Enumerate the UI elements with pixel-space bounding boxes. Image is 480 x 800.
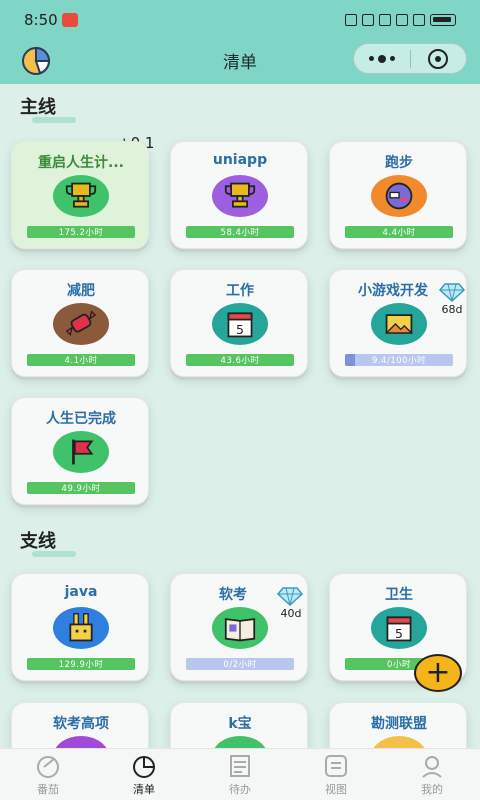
plus-icon: + — [425, 655, 451, 690]
task-card[interactable]: 人生已完成 49.9小时 — [11, 397, 149, 505]
more-button[interactable] — [354, 54, 410, 63]
diamond-icon — [277, 587, 303, 606]
diamond-icon — [439, 283, 465, 302]
progress-bar: 0/2小时 — [186, 658, 294, 670]
tab-list[interactable]: 清单 — [96, 749, 192, 800]
calendar-icon: 5 — [212, 303, 268, 345]
status-time: 8:50 — [24, 11, 58, 29]
tab-todo[interactable]: 待办 — [192, 749, 288, 800]
miniprogram-capsule — [353, 43, 467, 74]
section-title-side: 支线 — [20, 527, 76, 557]
picture-icon — [371, 303, 427, 345]
signal2-icon — [413, 14, 425, 26]
user-icon — [422, 755, 442, 778]
section-title-main: 主线 — [20, 93, 76, 123]
progress-bar: 4.1小时 — [27, 354, 135, 366]
status-bar: 8:50 — [0, 0, 480, 40]
progress-bar: 9.4/100小时 — [345, 354, 453, 366]
flag-icon — [53, 431, 109, 473]
candy-icon — [53, 303, 109, 345]
task-card[interactable]: 重启人生计... 175.2小时 — [11, 141, 149, 249]
tab-profile[interactable]: 我的 — [384, 749, 480, 800]
days-badge: 68d — [441, 303, 463, 316]
progress-bar: 175.2小时 — [27, 226, 135, 238]
calendar-icon: 5 — [371, 607, 427, 649]
progress-bar: 58.4小时 — [186, 226, 294, 238]
progress-bar: 4.4小时 — [345, 226, 453, 238]
book-icon — [212, 607, 268, 649]
notification-icon — [61, 13, 78, 27]
progress-bar: 129.9小时 — [27, 658, 135, 670]
vibrate-icon — [362, 14, 374, 26]
tomato-icon — [37, 755, 59, 778]
view-icon — [325, 754, 347, 777]
rabbit-icon — [53, 607, 109, 649]
task-card[interactable]: 跑步 4.4小时 — [329, 141, 467, 249]
header: 清单 — [0, 40, 480, 84]
svg-text:5: 5 — [395, 626, 403, 641]
trophy-icon — [212, 175, 268, 217]
days-badge: 40d — [280, 607, 302, 620]
tab-tomato[interactable]: 番茄 — [0, 749, 96, 800]
tab-bar: 番茄 清单 待办 视图 我的 — [0, 748, 480, 800]
pie-icon — [133, 755, 155, 778]
progress-bar: 43.6小时 — [186, 354, 294, 366]
task-card[interactable]: 工作 5 43.6小时 — [170, 269, 308, 377]
progress-bar: 49.9小时 — [27, 482, 135, 494]
task-card[interactable]: java 129.9小时 — [11, 573, 149, 681]
tab-view[interactable]: 视图 — [288, 749, 384, 800]
ball-icon — [371, 175, 427, 217]
add-button[interactable]: + — [414, 654, 462, 692]
task-card[interactable]: uniapp 58.4小时 — [170, 141, 308, 249]
close-icon — [428, 48, 449, 69]
battery-icon — [430, 14, 456, 26]
trophy-icon — [53, 175, 109, 217]
svg-text:5: 5 — [236, 322, 244, 337]
task-card[interactable]: 减肥 4.1小时 — [11, 269, 149, 377]
close-button[interactable] — [411, 48, 467, 69]
checklist-icon — [230, 754, 250, 777]
signal-icon — [396, 14, 408, 26]
nfc-icon — [345, 14, 357, 26]
alarm-icon — [379, 14, 391, 26]
status-icons — [345, 14, 456, 26]
